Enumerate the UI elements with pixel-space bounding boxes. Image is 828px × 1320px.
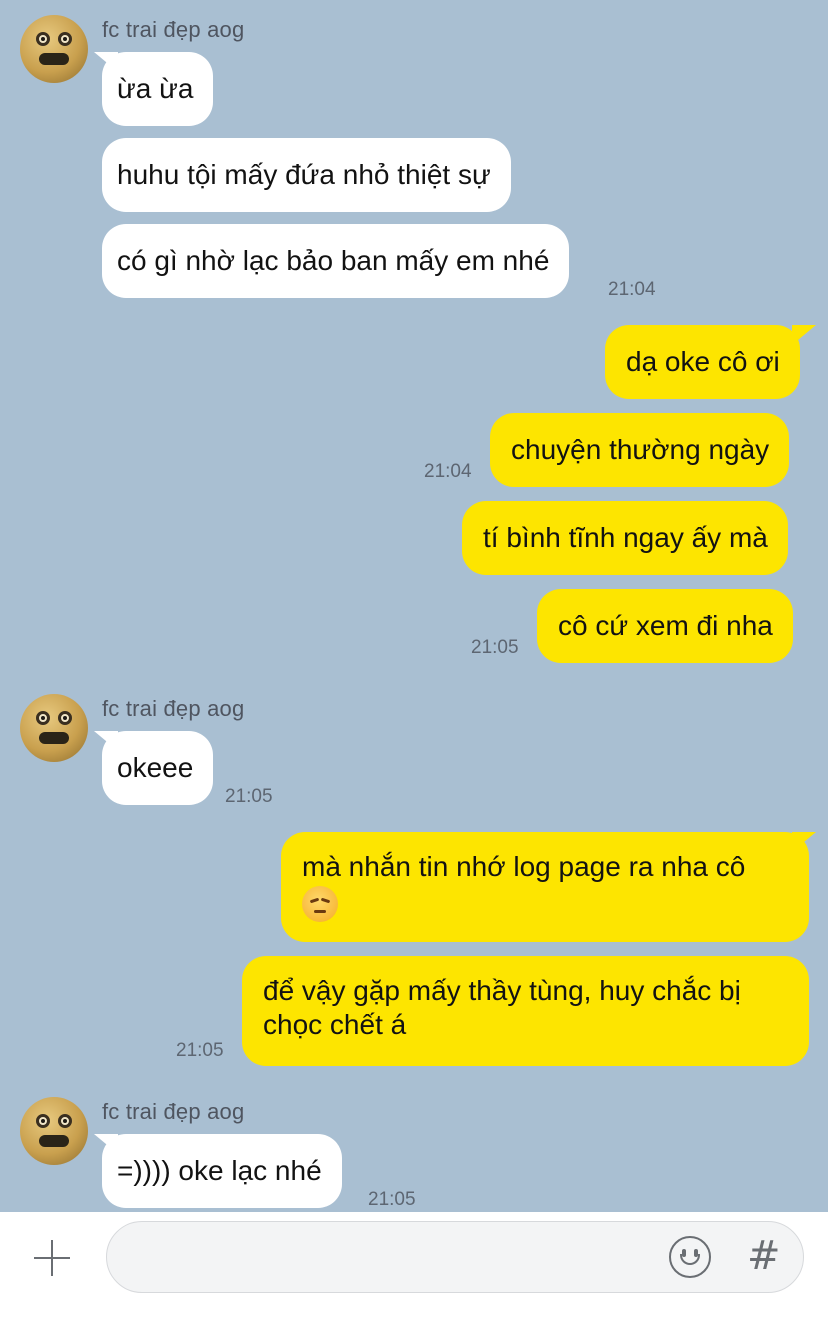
sender-avatar[interactable] (20, 1097, 88, 1165)
incoming-message[interactable]: ừa ừa (102, 52, 214, 126)
avatar-mouth (39, 732, 69, 744)
message-timestamp: 21:05 (225, 786, 273, 807)
avatar-eye (58, 32, 72, 46)
sender-name: fc trai đẹp aog (102, 696, 245, 721)
hash-button[interactable]: # (747, 1234, 781, 1278)
message-timestamp: 21:04 (424, 461, 472, 482)
avatar-eye (36, 32, 50, 46)
incoming-message[interactable]: có gì nhờ lạc bảo ban mấy em nhé (102, 224, 570, 298)
message-text: mà nhắn tin nhớ log page ra nha cô (302, 851, 746, 882)
avatar-eye (36, 1114, 50, 1128)
chat-area[interactable]: fc trai đẹp aog ừa ừa huhu tội mấy đứa n… (0, 0, 828, 1212)
smiley-icon[interactable] (669, 1236, 711, 1278)
outgoing-message[interactable]: để vậy gặp mấy thầy tùng, huy chắc bị ch… (242, 956, 809, 1066)
plus-icon[interactable] (28, 1234, 76, 1282)
message-input[interactable] (131, 1222, 651, 1292)
outgoing-message[interactable]: mà nhắn tin nhớ log page ra nha cô (281, 832, 809, 942)
sender-avatar[interactable] (20, 15, 88, 83)
message-timestamp: 21:05 (176, 1040, 224, 1061)
pensive-face-icon (302, 886, 338, 922)
outgoing-message[interactable]: cô cứ xem đi nha (537, 589, 793, 663)
incoming-message[interactable]: okeee (102, 731, 214, 805)
sender-name: fc trai đẹp aog (102, 1099, 245, 1124)
outgoing-message[interactable]: dạ oke cô ơi (605, 325, 800, 399)
incoming-message[interactable]: =)))) oke lạc nhé (102, 1134, 342, 1208)
message-timestamp: 21:05 (471, 637, 519, 658)
message-timestamp: 21:04 (608, 279, 656, 300)
message-timestamp: 21:05 (368, 1189, 416, 1210)
avatar-mouth (39, 53, 69, 65)
avatar-eye (58, 1114, 72, 1128)
outgoing-message[interactable]: chuyện thường ngày (490, 413, 790, 487)
outgoing-message[interactable]: tí bình tĩnh ngay ấy mà (462, 501, 788, 575)
message-field[interactable]: # (106, 1221, 804, 1293)
avatar-eye (36, 711, 50, 725)
sender-name: fc trai đẹp aog (102, 17, 245, 42)
avatar-mouth (39, 1135, 69, 1147)
sender-avatar[interactable] (20, 694, 88, 762)
avatar-eye (58, 711, 72, 725)
message-input-bar: # (0, 1212, 828, 1320)
incoming-message[interactable]: huhu tội mấy đứa nhỏ thiệt sự (102, 138, 511, 212)
